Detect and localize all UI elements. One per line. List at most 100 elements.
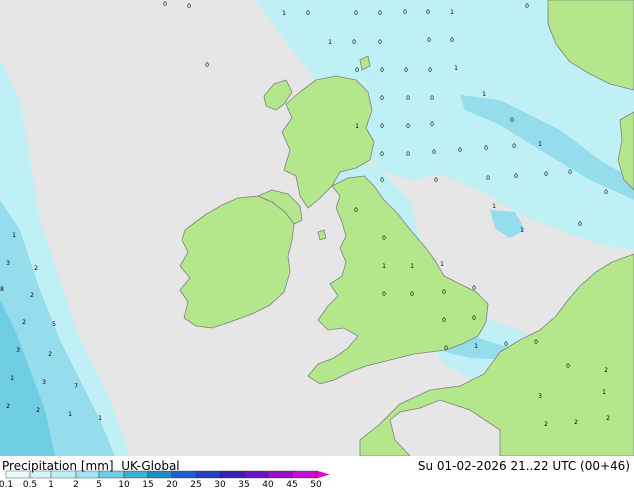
precip-value-label: 1 xyxy=(520,227,524,234)
map-title: Precipitation [mm] UK-Global xyxy=(2,459,180,473)
legend-tick-label: 10 xyxy=(118,480,130,490)
precip-value-label: 0 xyxy=(544,171,548,178)
precip-value-label: 0 xyxy=(510,117,514,124)
precipitation-map: 0 0 1 0 0 0 0 0 1 0 1 0 0 0 0 0 0 0 0 0 1 0 0 0 1 1 0 0 0 0 0 0 0 0 0 0 1 0 0 0… xyxy=(0,0,634,456)
precip-value-label: 1 xyxy=(440,261,444,268)
legend-color-swatch xyxy=(315,470,319,479)
precip-value-label: 1 xyxy=(492,203,496,210)
precip-value-label: 0 xyxy=(512,143,516,150)
precip-value-label: 0 xyxy=(428,67,432,74)
precip-value-label: 3 xyxy=(16,347,20,354)
precip-value-label: 7 xyxy=(74,383,78,390)
valid-time-label: Su 01-02-2026 21..22 UTC (00+46) xyxy=(417,459,630,473)
precip-value-label: 0 xyxy=(566,363,570,370)
precip-value-label: 0 xyxy=(378,10,382,17)
precip-value-label: 0 xyxy=(472,285,476,292)
legend-color-swatch xyxy=(243,470,269,479)
precip-value-label: 8 xyxy=(0,286,4,293)
precip-value-label: 0 xyxy=(430,95,434,102)
precip-value-label: 2 xyxy=(544,421,548,428)
legend-color-swatch xyxy=(267,470,293,479)
precip-value-label: 0 xyxy=(404,67,408,74)
precip-value-label: 5 xyxy=(52,321,56,328)
legend-tick-label: 45 xyxy=(286,480,298,490)
precip-value-label: 0 xyxy=(568,169,572,176)
precip-value-label: 0 xyxy=(205,62,209,69)
precip-value-label: 0 xyxy=(354,207,358,214)
precip-value-label: 1 xyxy=(328,39,332,46)
legend-tick-label: 35 xyxy=(238,480,250,490)
precip-value-label: 0 xyxy=(578,221,582,228)
legend-overflow-arrow xyxy=(318,471,330,478)
precip-value-label: 0 xyxy=(426,9,430,16)
precip-value-label: 0 xyxy=(352,39,356,46)
legend-tick-label: 50 xyxy=(310,480,322,490)
precip-value-label: 3 xyxy=(6,260,10,267)
precip-value-label: 1 xyxy=(450,9,454,16)
precip-value-label: 0 xyxy=(484,145,488,152)
legend-color-swatch xyxy=(291,470,317,479)
precip-value-label: 0 xyxy=(434,177,438,184)
precip-value-label: 0 xyxy=(380,123,384,130)
precip-value-label: 0 xyxy=(354,10,358,17)
precip-value-label: 0 xyxy=(444,345,448,352)
precip-value-label: 2 xyxy=(22,319,26,326)
precip-value-label: 0 xyxy=(486,175,490,182)
precip-value-label: 0 xyxy=(355,67,359,74)
precip-value-label: 0 xyxy=(442,317,446,324)
precip-value-label: 0 xyxy=(378,39,382,46)
precip-value-label: 1 xyxy=(410,263,414,270)
precip-value-label: 1 xyxy=(538,141,542,148)
precip-value-label: 0 xyxy=(403,9,407,16)
legend-tick-label: 0.1 xyxy=(0,480,14,490)
precip-value-label: 0 xyxy=(380,67,384,74)
legend-tick-label: 25 xyxy=(190,480,202,490)
precip-value-label: 0 xyxy=(406,123,410,130)
precip-value-label: 1 xyxy=(282,10,286,17)
legend-color-swatch xyxy=(219,470,245,479)
precip-value-label: 0 xyxy=(430,121,434,128)
precip-value-label: 0 xyxy=(380,151,384,158)
precip-value-label: 0 xyxy=(382,235,386,242)
precip-value-label: 2 xyxy=(30,292,34,299)
precip-value-label: 0 xyxy=(458,147,462,154)
precip-value-label: 2 xyxy=(48,351,52,358)
precip-value-label: 0 xyxy=(604,189,608,196)
precip-value-label: 1 xyxy=(68,411,72,418)
precip-value-label: 2 xyxy=(574,419,578,426)
precip-value-label: 0 xyxy=(380,95,384,102)
precip-value-label: 0 xyxy=(187,3,191,10)
precip-value-label: 0 xyxy=(442,289,446,296)
precip-value-label: 0 xyxy=(504,341,508,348)
precip-value-label: 1 xyxy=(482,91,486,98)
precip-value-label: 0 xyxy=(432,149,436,156)
precip-value-label: 1 xyxy=(98,415,102,422)
precip-value-label: 0 xyxy=(382,291,386,298)
precip-value-label: 1 xyxy=(382,263,386,270)
precip-value-label: 3 xyxy=(538,393,542,400)
precip-value-label: 1 xyxy=(474,343,478,350)
precip-value-label: 0 xyxy=(410,291,414,298)
legend-color-swatch xyxy=(195,470,221,479)
precip-value-label: 1 xyxy=(602,389,606,396)
map-view: 0010000010100000000010001100000000001000… xyxy=(0,0,634,490)
precip-value-label: 2 xyxy=(36,407,40,414)
product-label: Precipitation [mm] xyxy=(2,459,114,473)
model-label: UK-Global xyxy=(121,459,180,473)
legend-tick-label: 15 xyxy=(142,480,154,490)
precip-value-label: 1 xyxy=(454,65,458,72)
precip-value-label: 0 xyxy=(406,151,410,158)
precip-value-label: 0 xyxy=(306,10,310,17)
precip-value-label: 1 xyxy=(10,375,14,382)
legend-tick-label: 1 xyxy=(48,480,54,490)
precip-value-label: 0 xyxy=(380,177,384,184)
precip-value-label: 2 xyxy=(604,367,608,374)
precip-value-label: 0 xyxy=(163,1,167,8)
legend-tick-label: 5 xyxy=(96,480,102,490)
precip-value-label: 0 xyxy=(427,37,431,44)
legend-tick-label: 0.5 xyxy=(22,480,38,490)
legend-tick-label: 2 xyxy=(73,480,79,490)
precip-value-label: 0 xyxy=(450,37,454,44)
precip-value-label: 2 xyxy=(6,403,10,410)
precip-value-label: 0 xyxy=(525,3,529,10)
